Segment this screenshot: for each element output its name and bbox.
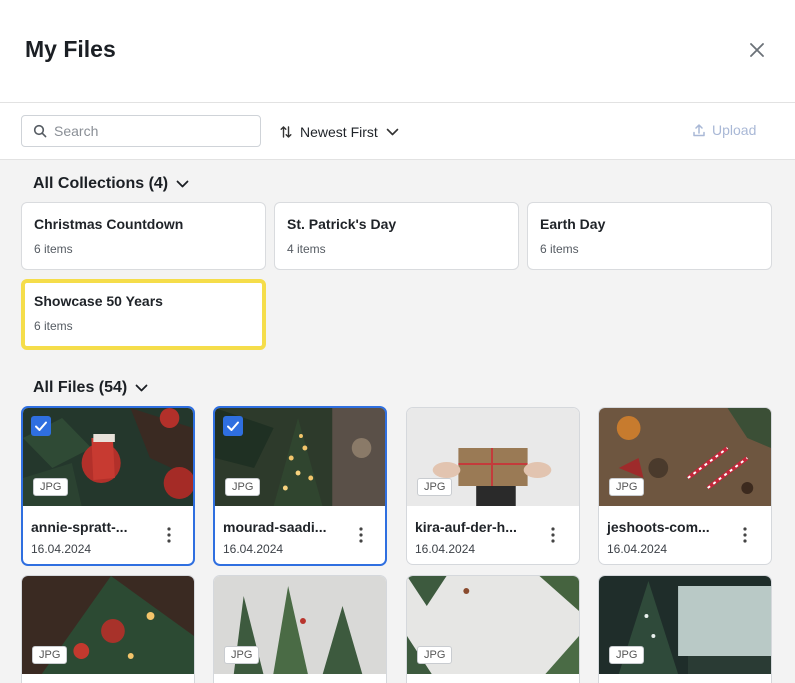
file-type-badge: JPG: [225, 478, 261, 496]
close-icon[interactable]: [746, 39, 768, 61]
file-type-badge: JPG: [609, 478, 645, 496]
file-name: jeshoots-com...: [607, 519, 710, 535]
collections-heading[interactable]: All Collections (4): [33, 175, 189, 193]
file-date: 16.04.2024: [223, 542, 284, 556]
search-box[interactable]: [21, 115, 261, 147]
file-card[interactable]: JPG jeshoots-com... 16.04.2024: [598, 407, 772, 565]
collection-count: 6 items: [34, 319, 73, 333]
collection-card-active[interactable]: Showcase 50 Years 6 items: [21, 279, 266, 350]
page-title: My Files: [25, 36, 116, 62]
files-heading-label: All Files (54): [33, 379, 128, 396]
collection-name: Showcase 50 Years: [34, 293, 163, 309]
file-card[interactable]: JPG kira-auf-der-h... 16.04.2024: [406, 407, 580, 565]
file-name: kira-auf-der-h...: [415, 519, 517, 535]
toolbar: Newest First Upload: [0, 103, 795, 160]
checkmark-icon: [35, 421, 47, 431]
checkbox-checked[interactable]: [31, 416, 51, 436]
file-date: 16.04.2024: [415, 542, 476, 556]
file-type-badge: JPG: [417, 478, 453, 496]
upload-button[interactable]: Upload: [692, 122, 756, 138]
more-options-icon[interactable]: [741, 526, 749, 544]
more-options-icon[interactable]: [165, 526, 173, 544]
collection-name: Christmas Countdown: [34, 216, 184, 232]
search-icon: [33, 124, 47, 138]
file-card[interactable]: JPG: [406, 575, 580, 683]
file-type-badge: JPG: [417, 646, 453, 664]
file-name: annie-spratt-...: [31, 519, 128, 535]
collection-count: 4 items: [287, 242, 326, 256]
file-type-badge: JPG: [32, 646, 68, 664]
collection-card[interactable]: Christmas Countdown 6 items: [21, 202, 266, 270]
checkbox-checked[interactable]: [223, 416, 243, 436]
file-card[interactable]: JPG mourad-saadi... 16.04.2024: [213, 406, 387, 566]
collection-card[interactable]: Earth Day 6 items: [527, 202, 772, 270]
modal-header: My Files: [0, 0, 795, 103]
sort-icon: [280, 126, 292, 138]
collections-heading-label: All Collections (4): [33, 175, 169, 192]
upload-icon: [693, 124, 705, 137]
file-date: 16.04.2024: [31, 542, 92, 556]
file-card[interactable]: JPG annie-spratt-... 16.04.2024: [21, 406, 195, 566]
sort-label: Newest First: [300, 124, 378, 140]
more-options-icon[interactable]: [549, 526, 557, 544]
file-type-badge: JPG: [609, 646, 645, 664]
file-card[interactable]: JPG: [213, 575, 387, 683]
checkmark-icon: [227, 421, 239, 431]
chevron-down-icon: [135, 384, 148, 392]
files-heading[interactable]: All Files (54): [33, 379, 148, 397]
collection-count: 6 items: [34, 242, 73, 256]
collection-name: Earth Day: [540, 216, 606, 232]
chevron-down-icon: [386, 128, 399, 136]
collection-name: St. Patrick's Day: [287, 216, 397, 232]
chevron-down-icon: [176, 180, 189, 188]
file-card[interactable]: JPG: [21, 575, 195, 683]
search-input[interactable]: [54, 121, 254, 141]
file-type-badge: JPG: [33, 478, 69, 496]
collection-count: 6 items: [540, 242, 579, 256]
file-date: 16.04.2024: [607, 542, 668, 556]
collection-card[interactable]: St. Patrick's Day 4 items: [274, 202, 519, 270]
more-options-icon[interactable]: [357, 526, 365, 544]
upload-label: Upload: [712, 122, 757, 138]
file-card[interactable]: JPG: [598, 575, 772, 683]
file-name: mourad-saadi...: [223, 519, 327, 535]
sort-dropdown[interactable]: Newest First: [280, 122, 399, 142]
file-type-badge: JPG: [224, 646, 260, 664]
